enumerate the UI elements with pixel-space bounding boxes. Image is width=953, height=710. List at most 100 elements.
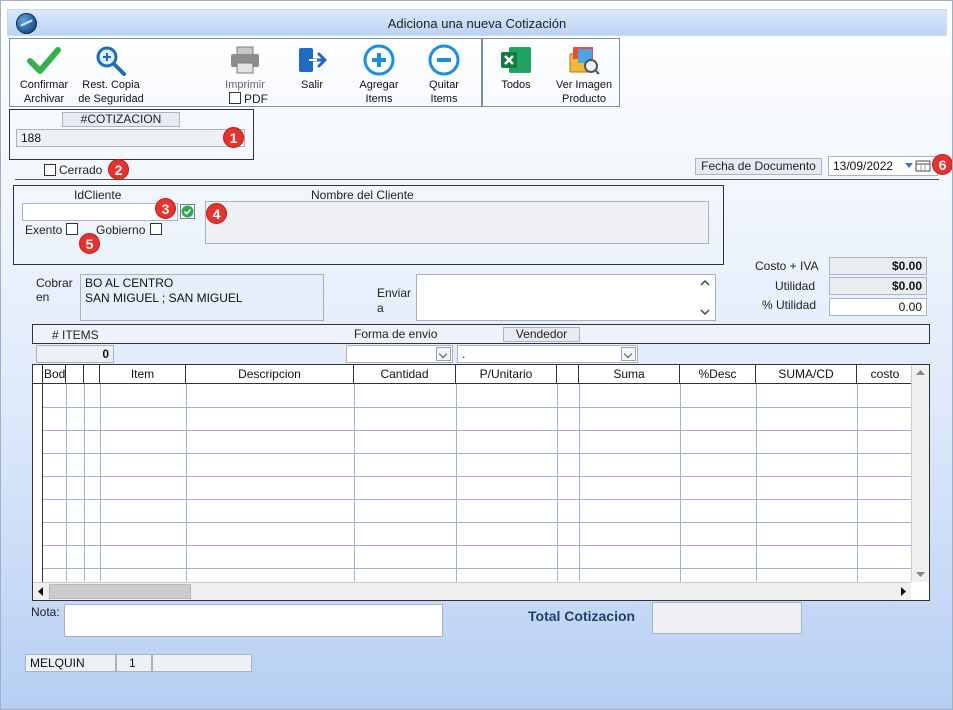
grid-col-line (100, 384, 101, 582)
closed-checkbox[interactable] (44, 164, 56, 176)
grid-col-line (66, 384, 67, 582)
note-field[interactable] (64, 604, 443, 637)
print-label: Imprimir (225, 79, 265, 91)
col-header-selector (33, 365, 43, 384)
enviar-address-field[interactable] (416, 274, 716, 321)
col-header-suma-cd[interactable]: SUMA/CD (756, 365, 857, 384)
horizontal-scroll-thumb[interactable] (49, 584, 191, 599)
client-validate-button[interactable] (180, 204, 195, 219)
closed-label: Cerrado (59, 163, 103, 177)
restore-backup-button[interactable]: Rest. Copia de Seguridad (75, 42, 147, 106)
quote-number-field[interactable]: 188 (16, 129, 245, 147)
add-items-button[interactable]: Agregar Items (351, 42, 407, 106)
exit-label: Salir (300, 79, 323, 91)
status-number: 1 (116, 654, 152, 672)
quote-number-header: #COTIZACION (62, 112, 180, 127)
col-header-3[interactable] (84, 365, 100, 384)
costo-iva-value: $0.00 (829, 257, 927, 275)
grid-row-line (43, 476, 911, 477)
green-check-icon (181, 205, 194, 218)
badge-1: 1 (223, 127, 244, 148)
exit-door-icon (299, 48, 327, 72)
status-user: MELQUIN (25, 654, 116, 672)
document-date-label: Fecha de Documento (695, 158, 822, 175)
col-header-descripcion[interactable]: Descripcion (186, 365, 354, 384)
col-header-8[interactable] (557, 365, 579, 384)
badge-3: 3 (155, 198, 176, 219)
items-count-label: # ITEMS (52, 328, 99, 342)
badge-5: 5 (79, 233, 100, 254)
view-image-label-line1: Ver Imagen (555, 79, 613, 91)
exit-button[interactable]: Salir (287, 42, 337, 92)
cobrar-address-line2: SAN MIGUEL ; SAN MIGUEL (85, 291, 243, 305)
col-header-punitario[interactable]: P/Unitario (456, 365, 557, 384)
cobrar-label-line1: Cobrar (36, 276, 73, 290)
status-extra (152, 654, 252, 672)
grid-vertical-scrollbar[interactable] (911, 365, 929, 582)
grid-row-line (43, 545, 911, 546)
items-header-bar (32, 324, 930, 344)
shipping-chevron-down-icon (436, 347, 451, 361)
col-header-bodega[interactable]: Bodega (43, 365, 66, 384)
view-image-button[interactable]: Ver Imagen Producto (549, 42, 619, 106)
col-header-suma[interactable]: Suma (579, 365, 680, 384)
grid-col-line (186, 384, 187, 582)
shipping-method-select[interactable] (346, 345, 453, 363)
col-header-item[interactable]: Item (100, 365, 186, 384)
seller-select[interactable]: . (457, 345, 638, 363)
col-header-cantidad[interactable]: Cantidad (354, 365, 456, 384)
plus-circle-icon (363, 44, 395, 76)
total-quote-label: Total Cotizacion (528, 608, 636, 624)
grid-col-line (84, 384, 85, 582)
excel-icon (501, 47, 531, 73)
col-header-costo[interactable]: costo (857, 365, 913, 384)
grid-col-line (354, 384, 355, 582)
exento-checkbox[interactable] (66, 223, 78, 235)
costo-iva-label: Costo + IVA (755, 259, 819, 273)
pdf-checkbox[interactable] (229, 92, 241, 104)
cobrar-label-line2: en (36, 290, 50, 304)
confirm-archive-button[interactable]: Confirmar Archivar (13, 42, 75, 106)
seller-value: . (462, 347, 466, 361)
enviar-scroll-up-icon[interactable] (699, 279, 711, 287)
grid-horizontal-scrollbar[interactable] (33, 582, 911, 600)
items-grid[interactable]: Bodega Item Descripcion Cantidad P/Unita… (32, 364, 930, 601)
scroll-left-arrow-icon[interactable] (37, 587, 44, 596)
grid-row-line (43, 499, 911, 500)
client-id-header: IdCliente (74, 188, 122, 202)
badge-6: 6 (932, 154, 952, 175)
badge-4: 4 (206, 203, 227, 224)
note-label: Nota: (31, 605, 60, 619)
pct-utilidad-value: 0.00 (829, 298, 927, 316)
badge-2: 2 (108, 159, 129, 180)
scroll-down-arrow-icon[interactable] (916, 571, 925, 578)
grid-row-line (43, 430, 911, 431)
title-bar: Adiciona una nueva Cotización (7, 9, 947, 36)
grid-col-line (857, 384, 858, 582)
magnifier-plus-icon (96, 46, 126, 76)
section-separator (15, 179, 939, 180)
printer-icon (231, 46, 259, 74)
grid-col-line (756, 384, 757, 582)
print-button[interactable]: Imprimir (214, 42, 276, 92)
seller-label: Vendedor (503, 327, 580, 342)
client-name-field[interactable] (205, 201, 709, 244)
scroll-up-arrow-icon[interactable] (916, 369, 925, 376)
add-items-label-line1: Agregar (359, 79, 399, 91)
all-excel-button[interactable]: Todos (491, 42, 541, 92)
calendar-dropdown-icon[interactable] (904, 160, 934, 172)
gobierno-checkbox[interactable] (150, 223, 162, 235)
enviar-scroll-down-icon[interactable] (699, 308, 711, 316)
grid-col-line (680, 384, 681, 582)
col-header-pct-desc[interactable]: %Desc (680, 365, 756, 384)
remove-items-button[interactable]: Quitar Items (418, 42, 470, 106)
grid-col-line (579, 384, 580, 582)
col-header-2[interactable] (66, 365, 84, 384)
grid-row-line (43, 568, 911, 569)
gobierno-label: Gobierno (96, 223, 146, 237)
pct-utilidad-label: % Utilidad (762, 298, 817, 312)
remove-items-label-line2: Items (430, 93, 458, 105)
all-label: Todos (501, 79, 531, 91)
checkmark-icon (27, 47, 61, 74)
scroll-right-arrow-icon[interactable] (900, 587, 907, 596)
